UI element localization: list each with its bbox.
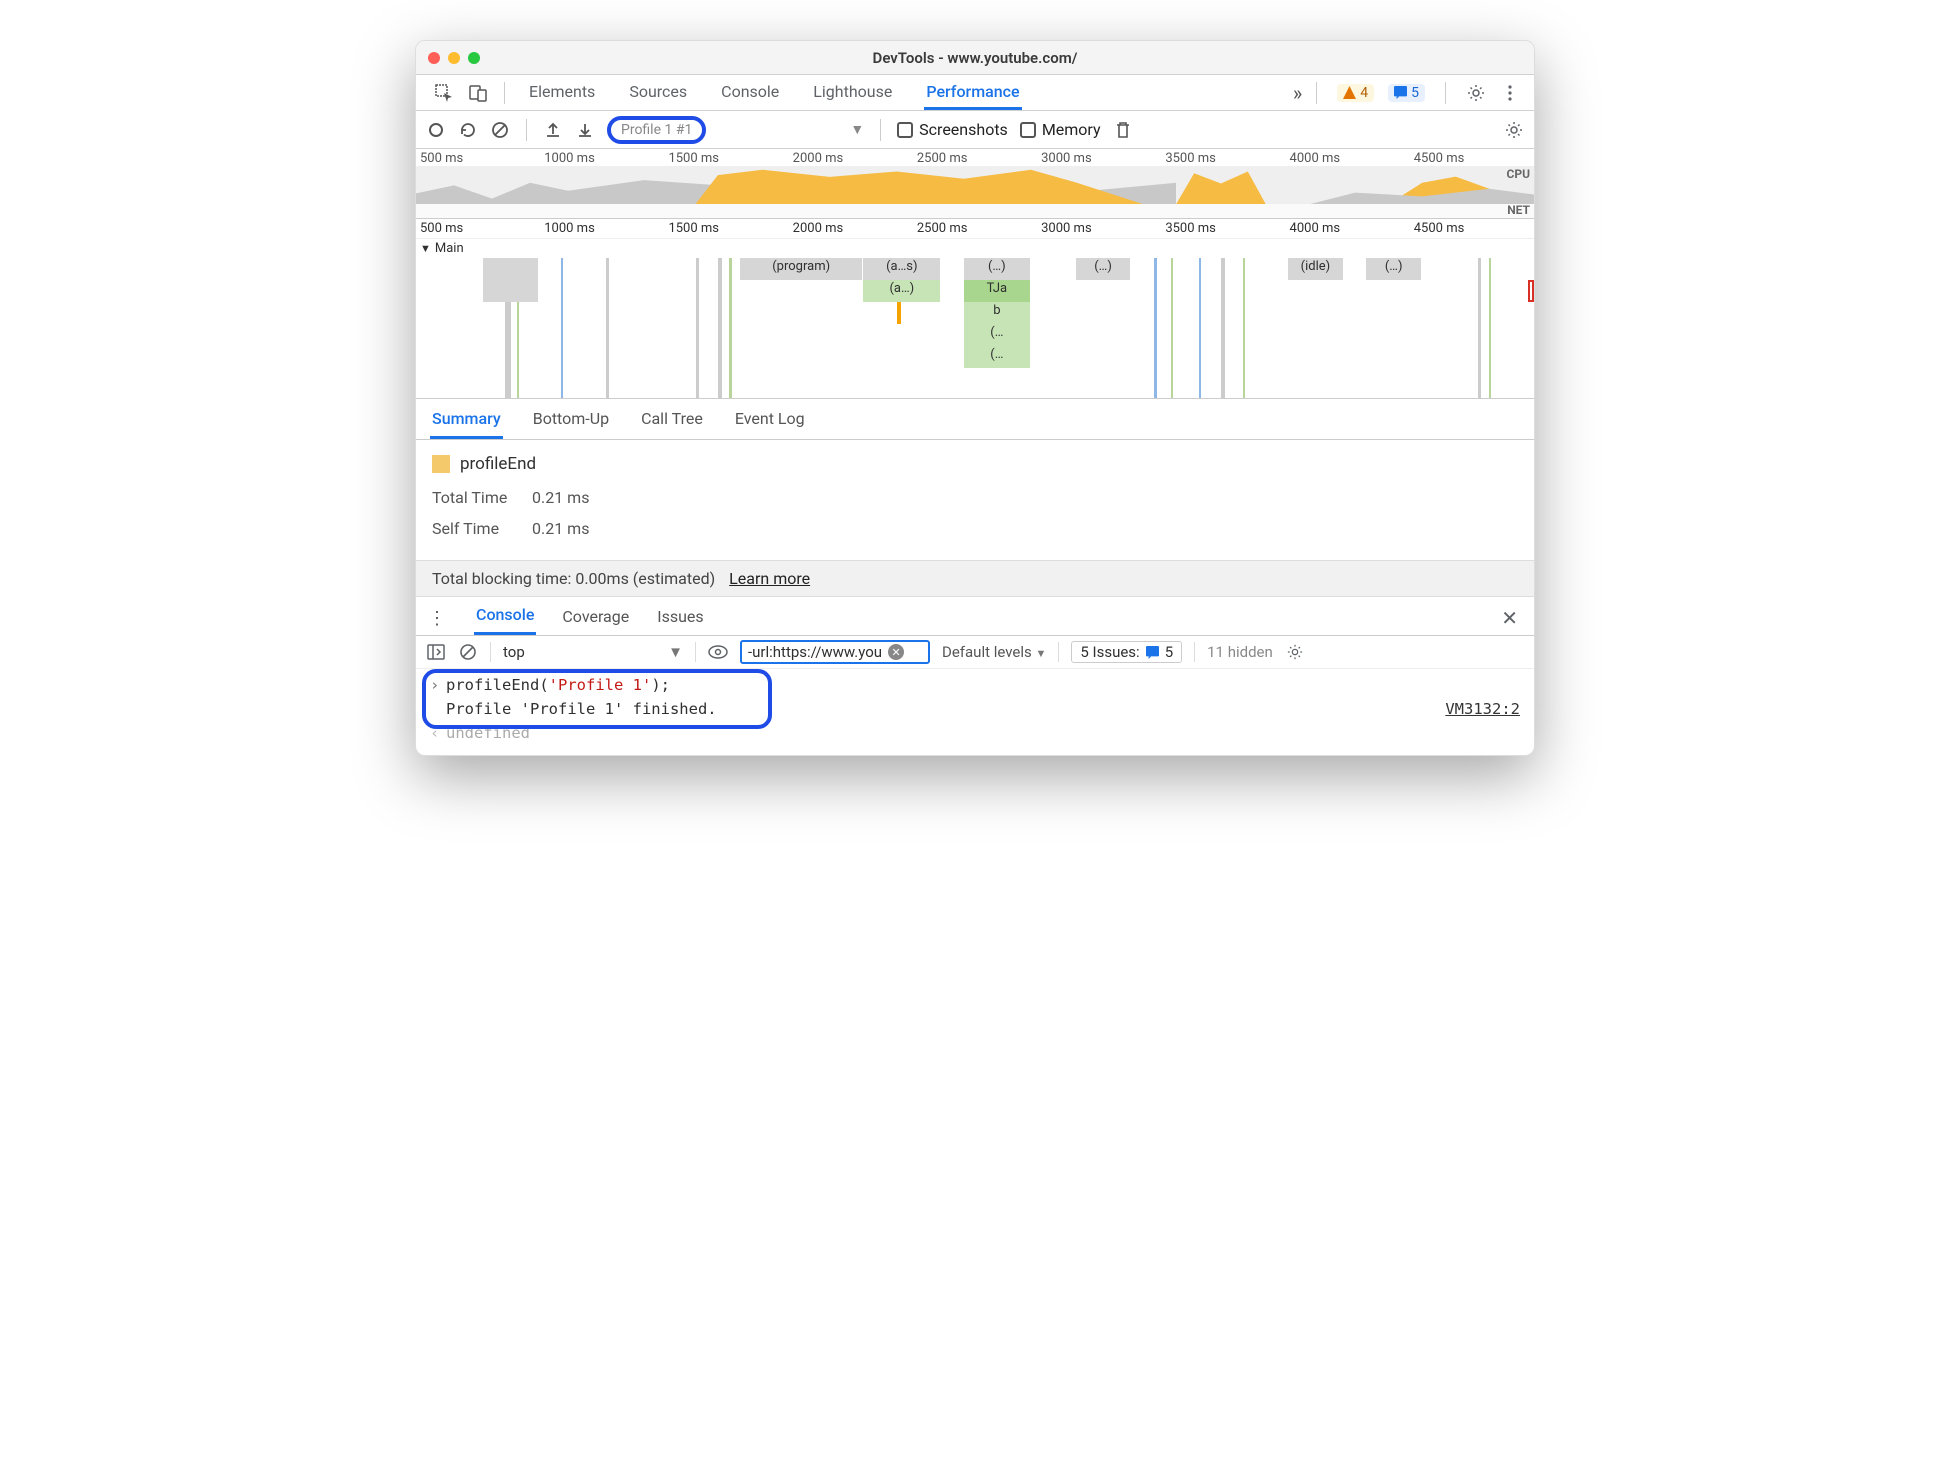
dtab-eventlog[interactable]: Event Log [733,405,807,439]
tab-lighthouse[interactable]: Lighthouse [811,76,894,110]
record-button[interactable] [426,120,446,140]
drawer-tabs: ⋮ Console Coverage Issues ✕ [416,597,1534,636]
flame-cell-idle[interactable]: (idle) [1288,258,1344,280]
summary-panel: profileEnd Total Time0.21 ms Self Time0.… [416,440,1534,560]
profile-selector[interactable]: Profile 1 #1 [607,116,706,144]
dtab-summary[interactable]: Summary [430,405,503,439]
detail-tabs: Summary Bottom-Up Call Tree Event Log [416,399,1534,440]
dropdown-caret-icon: ▼ [668,643,683,661]
more-menu-icon[interactable] [1500,83,1520,103]
overview-ruler: 500 ms 1000 ms 1500 ms 2000 ms 2500 ms 3… [416,149,1534,166]
self-time-value: 0.21 ms [532,519,589,538]
drawer-tab-coverage[interactable]: Coverage [560,603,631,634]
main-tabstrip: Elements Sources Console Lighthouse Perf… [416,75,1534,111]
flame-cell-e3[interactable]: (… [964,346,1031,368]
drawer-close-icon[interactable]: ✕ [1497,606,1522,630]
tab-elements[interactable]: Elements [527,76,597,110]
minimize-window-icon[interactable] [448,52,460,64]
console-sidebar-toggle-icon[interactable] [426,642,446,662]
blocking-time-row: Total blocking time: 0.00ms (estimated) … [416,560,1534,597]
log-levels-selector[interactable]: Default levels ▼ [942,643,1046,661]
event-name: profileEnd [460,454,536,474]
dtab-calltree[interactable]: Call Tree [639,405,705,439]
screenshots-checkbox[interactable]: Screenshots [897,120,1008,139]
warnings-badge[interactable]: 4 [1337,84,1374,102]
flame-ruler: 500 ms 1000 ms 1500 ms 2000 ms 2500 ms 3… [416,219,1534,239]
tab-console[interactable]: Console [719,76,781,110]
window-controls [428,52,480,64]
download-profile-button[interactable] [575,120,595,140]
settings-gear-icon[interactable] [1466,83,1486,103]
drawer-more-icon[interactable]: ⋮ [428,608,450,629]
window-title: DevTools - www.youtube.com/ [416,49,1534,67]
console-settings-gear-icon[interactable] [1285,642,1305,662]
devtools-window: DevTools - www.youtube.com/ Elements Sou… [415,40,1535,756]
flame-cell-ellipsis[interactable]: (…) [964,258,1031,280]
console-input-line[interactable]: › profileEnd('Profile 1'); [416,673,1534,697]
titlebar: DevTools - www.youtube.com/ [416,41,1534,75]
flame-cell-anon[interactable]: (a…s) [863,258,941,280]
messages-badge[interactable]: 5 [1388,84,1425,102]
inspect-element-icon[interactable] [434,83,454,103]
console-filter-input[interactable]: -url:https://www.you ✕ [740,640,930,664]
learn-more-link[interactable]: Learn more [729,569,810,588]
hidden-messages[interactable]: 11 hidden [1207,643,1273,661]
live-expression-icon[interactable] [708,642,728,662]
cpu-usage-band: CPU [416,166,1534,204]
network-band: NET [416,204,1534,218]
memory-checkbox[interactable]: Memory [1020,120,1101,139]
clear-filter-icon[interactable]: ✕ [888,644,904,660]
flame-cell-a[interactable]: (a…) [863,280,941,302]
clear-button[interactable] [490,120,510,140]
messages-count: 5 [1411,85,1419,101]
flame-cell-b[interactable]: b [964,302,1031,324]
output-chevron-icon: ‹ [430,724,446,742]
collapse-triangle-icon[interactable]: ▼ [420,242,431,255]
reload-record-button[interactable] [458,120,478,140]
flame-cell-e2[interactable]: (… [964,324,1031,346]
drawer-tab-issues[interactable]: Issues [655,603,705,634]
event-color-swatch [432,455,450,473]
flame-cell-tja[interactable]: TJa [964,280,1031,302]
main-thread-row[interactable]: ▼ Main [416,239,1534,258]
source-link[interactable]: VM3132:2 [1445,700,1520,718]
capture-settings-gear-icon[interactable] [1504,120,1524,140]
console-clear-icon[interactable] [458,642,478,662]
performance-toolbar: Profile 1 #1 ▼ Screenshots Memory [416,111,1534,149]
issues-button[interactable]: 5 Issues: 5 [1071,641,1182,663]
flame-cell-ellipsis2[interactable]: (…) [1076,258,1132,280]
flame-body[interactable]: (program) (a…s) (…) (…) (idle) (…) (a…) … [416,258,1534,398]
timeline-overview[interactable]: 500 ms 1000 ms 1500 ms 2000 ms 2500 ms 3… [416,149,1534,219]
console-toolbar: top ▼ -url:https://www.you ✕ Default lev… [416,636,1534,669]
profile-dropdown-caret-icon[interactable]: ▼ [850,121,864,138]
console-context-selector[interactable]: top ▼ [503,643,683,661]
dtab-bottomup[interactable]: Bottom-Up [531,405,611,439]
flame-chart[interactable]: 500 ms 1000 ms 1500 ms 2000 ms 2500 ms 3… [416,219,1534,399]
tabs-overflow-icon[interactable]: » [1285,81,1310,105]
upload-profile-button[interactable] [543,120,563,140]
zoom-window-icon[interactable] [468,52,480,64]
flame-cell-e4[interactable]: (…) [1366,258,1422,280]
console-output-line: Profile 'Profile 1' finished. VM3132:2 [416,697,1534,721]
total-time-value: 0.21 ms [532,488,589,507]
console-return-line: ‹ undefined [416,721,1534,745]
profile-label: Profile 1 #1 [621,122,692,138]
tab-sources[interactable]: Sources [627,76,689,110]
tab-performance[interactable]: Performance [924,76,1021,110]
drawer-tab-console[interactable]: Console [474,601,536,635]
console-output: › profileEnd('Profile 1'); Profile 'Prof… [416,669,1534,755]
close-window-icon[interactable] [428,52,440,64]
delete-profile-button[interactable] [1113,120,1133,140]
flame-cell-program[interactable]: (program) [740,258,863,280]
input-chevron-icon: › [430,676,446,694]
device-toolbar-icon[interactable] [468,83,488,103]
warnings-count: 4 [1360,85,1368,101]
